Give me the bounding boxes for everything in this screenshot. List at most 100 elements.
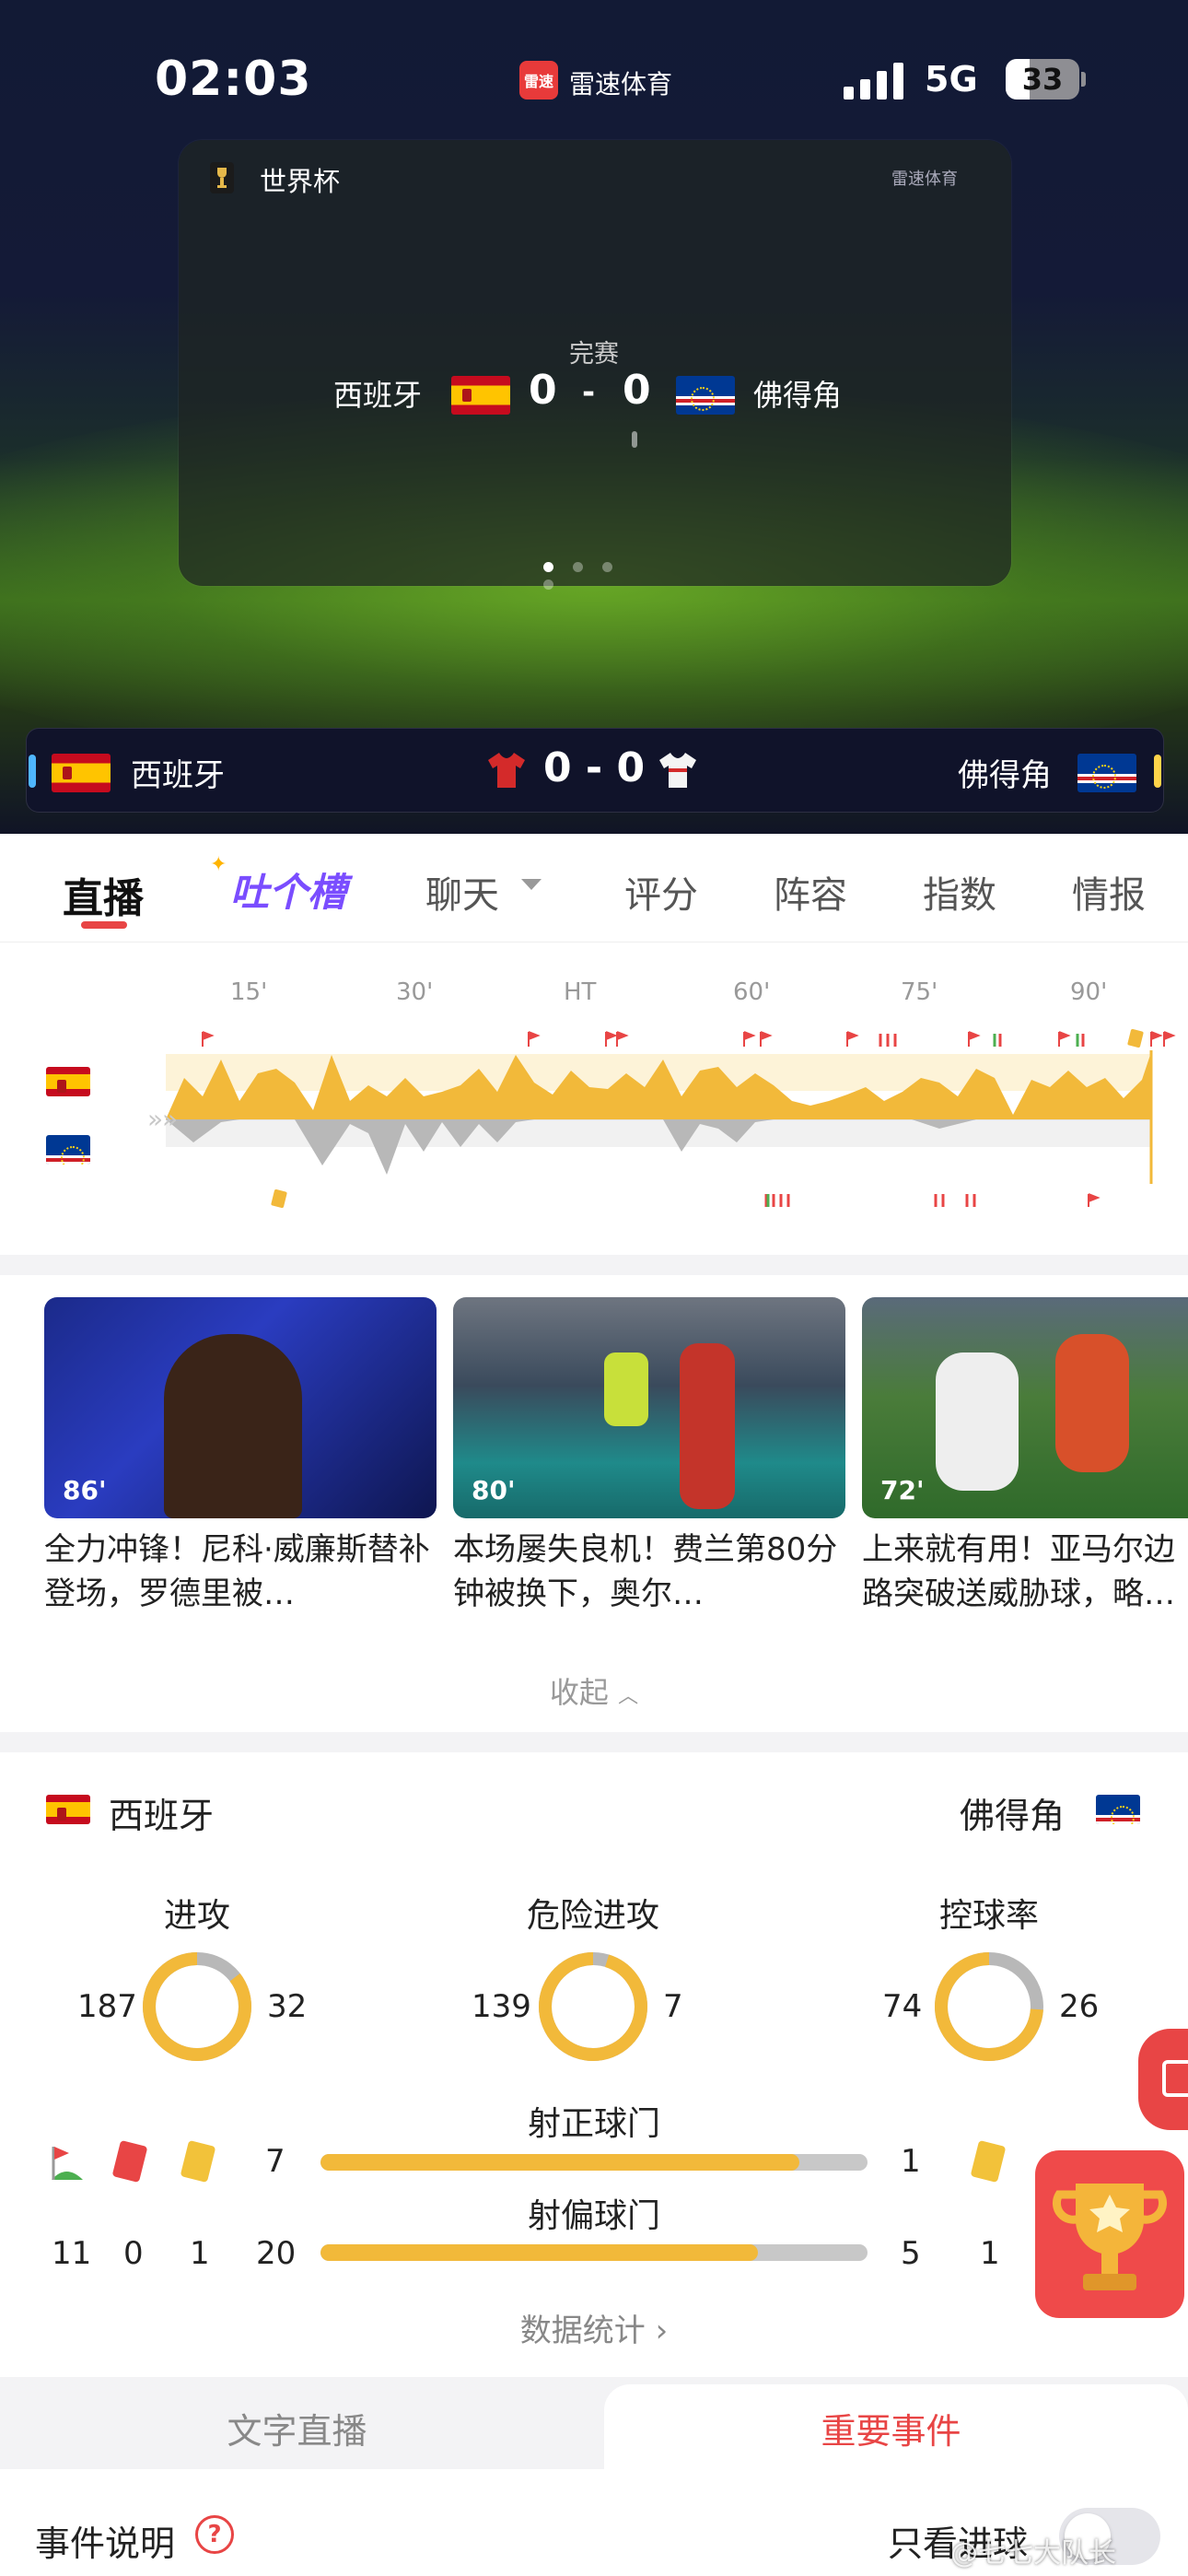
- home-yellow-cards: 1: [190, 2235, 210, 2272]
- more-stats-link[interactable]: 数据统计 ›: [0, 2305, 1188, 2350]
- shots-on-target-bar: [320, 2154, 868, 2171]
- video-caption[interactable]: 本场屡失良机！费兰第80分钟被换下，奥尔…: [453, 1528, 849, 1616]
- carousel-dot[interactable]: [543, 580, 553, 590]
- home-shots-off-target: 20: [256, 2235, 297, 2272]
- minute-label: 60': [733, 978, 771, 1006]
- minute-label: 90': [1070, 978, 1108, 1006]
- cape-verde-flag-icon: [46, 1135, 90, 1165]
- network-type: 5G: [925, 59, 978, 100]
- away-edge: [1154, 755, 1161, 788]
- section-gap: [0, 1255, 1188, 1275]
- yellow-card-icon: [970, 2139, 1007, 2184]
- match-status: 完赛: [569, 340, 619, 369]
- video-minute: 86': [63, 1475, 107, 1505]
- yellow-card-icon: [180, 2139, 216, 2184]
- video-card[interactable]: 72': [862, 1297, 1188, 1518]
- possession-donut: [935, 1952, 1043, 2061]
- minute-label: 30': [396, 978, 434, 1006]
- tab-odds[interactable]: 指数: [923, 865, 996, 919]
- donut-home-arc: [539, 1952, 647, 2061]
- stat-home-value: 74: [882, 1988, 923, 2025]
- carousel-dot[interactable]: [602, 562, 612, 572]
- tab-lineup[interactable]: 阵容: [774, 865, 847, 919]
- home-jersey-icon: [488, 753, 525, 788]
- stat-away-value: 32: [267, 1988, 308, 2025]
- corner-flag-icon: [52, 2147, 83, 2180]
- home-edge: [29, 755, 36, 788]
- cape-verde-flag-icon: [676, 376, 735, 415]
- tab-intel[interactable]: 情报: [1072, 865, 1146, 919]
- tab-chat[interactable]: 聊天: [425, 865, 499, 919]
- edit-icon: [1162, 2060, 1188, 2097]
- loading-indicator: [632, 431, 637, 448]
- help-icon[interactable]: ?: [195, 2515, 234, 2554]
- signal-icon: [844, 63, 903, 100]
- stat-title: 控球率: [938, 1897, 1039, 1935]
- away-jersey-icon: [659, 753, 696, 788]
- stat-away-value: 26: [1059, 1988, 1100, 2025]
- card-home-score: 0: [529, 367, 557, 414]
- video-card[interactable]: 86': [44, 1297, 437, 1518]
- player-figure: [936, 1352, 1019, 1491]
- chevron-right-icon: ›: [655, 2313, 669, 2349]
- collapse-button[interactable]: 收起 ︿: [0, 1669, 1188, 1712]
- substitution-icons: [879, 1034, 1085, 1047]
- tab-live[interactable]: 直播: [63, 865, 144, 924]
- attack-donut: [143, 1952, 251, 2061]
- tab-bar: 直播 吐个槽 聊天 评分 阵容 指数 情报: [0, 834, 1188, 943]
- video-caption[interactable]: 全力冲锋！尼科·威廉斯替补登场，罗德里被…: [44, 1528, 440, 1616]
- spain-flag-icon: [46, 1795, 90, 1824]
- home-corners: 11: [52, 2235, 92, 2272]
- section-gap: [0, 1732, 1188, 1752]
- spain-flag-icon: [46, 1067, 90, 1096]
- app-name: 雷速体育: [569, 69, 673, 100]
- bar-fill: [320, 2154, 799, 2171]
- shots-off-target-bar: [320, 2244, 868, 2261]
- dangerous-attack-donut: [539, 1952, 647, 2061]
- video-minute: 72': [880, 1475, 925, 1505]
- card-watermark: 雷速体育: [891, 170, 958, 189]
- carousel-dots: [543, 558, 645, 590]
- stat-title: 危险进攻: [526, 1897, 659, 1935]
- trophy-reward-icon[interactable]: [1031, 2147, 1188, 2322]
- video-card[interactable]: 80': [453, 1297, 845, 1518]
- battery-level: 33: [1021, 62, 1064, 97]
- minute-label: 75': [901, 978, 938, 1006]
- battery-icon: 33: [1006, 59, 1079, 100]
- momentum-chart: » »: [147, 1028, 1176, 1209]
- red-card-icon: [111, 2139, 148, 2184]
- carousel-dot[interactable]: [573, 562, 583, 572]
- sparkle-icon: ✦: [210, 853, 227, 876]
- video-caption[interactable]: 上来就有用！亚马尔边路突破送威胁球，略…: [862, 1528, 1188, 1616]
- league-name: 世界杯: [260, 166, 341, 197]
- bar-title: 射正球门: [527, 2105, 660, 2143]
- bar-fill: [320, 2244, 759, 2261]
- event-explain-label[interactable]: 事件说明: [35, 2515, 175, 2566]
- cape-verde-flag-icon: [1077, 754, 1136, 792]
- tab-tucao[interactable]: 吐个槽: [230, 861, 346, 918]
- card-home-team: 西班牙: [333, 378, 423, 413]
- minute-label: HT: [564, 978, 597, 1006]
- player-figure: [1055, 1334, 1129, 1472]
- more-stats-label: 数据统计: [519, 2313, 646, 2349]
- corner-flag-icons: [202, 1031, 1176, 1047]
- battery-cap: [1081, 72, 1086, 87]
- tab-key-events[interactable]: 重要事件: [594, 2403, 1188, 2453]
- chevron-down-icon[interactable]: [519, 877, 543, 892]
- away-yellow-cards: 1: [980, 2235, 1000, 2272]
- carousel-dot[interactable]: [543, 562, 553, 572]
- app-logo-icon: 雷速: [519, 61, 558, 100]
- bar-away-team: 佛得角: [958, 757, 1052, 794]
- spain-flag-icon: [451, 376, 510, 415]
- svg-text:»: »: [147, 1104, 163, 1134]
- tab-text-live[interactable]: 文字直播: [0, 2403, 594, 2453]
- active-tab-indicator: [81, 921, 127, 929]
- stats-home-team: 西班牙: [109, 1796, 215, 1836]
- player-figure: [680, 1343, 735, 1509]
- chevron-up-icon: ︿: [618, 1685, 639, 1708]
- home-shots-on-target: 7: [265, 2143, 285, 2180]
- away-shots-on-target: 1: [901, 2143, 921, 2180]
- player-figure: [604, 1352, 648, 1426]
- home-red-cards: 0: [123, 2235, 144, 2272]
- tab-rating[interactable]: 评分: [624, 865, 698, 919]
